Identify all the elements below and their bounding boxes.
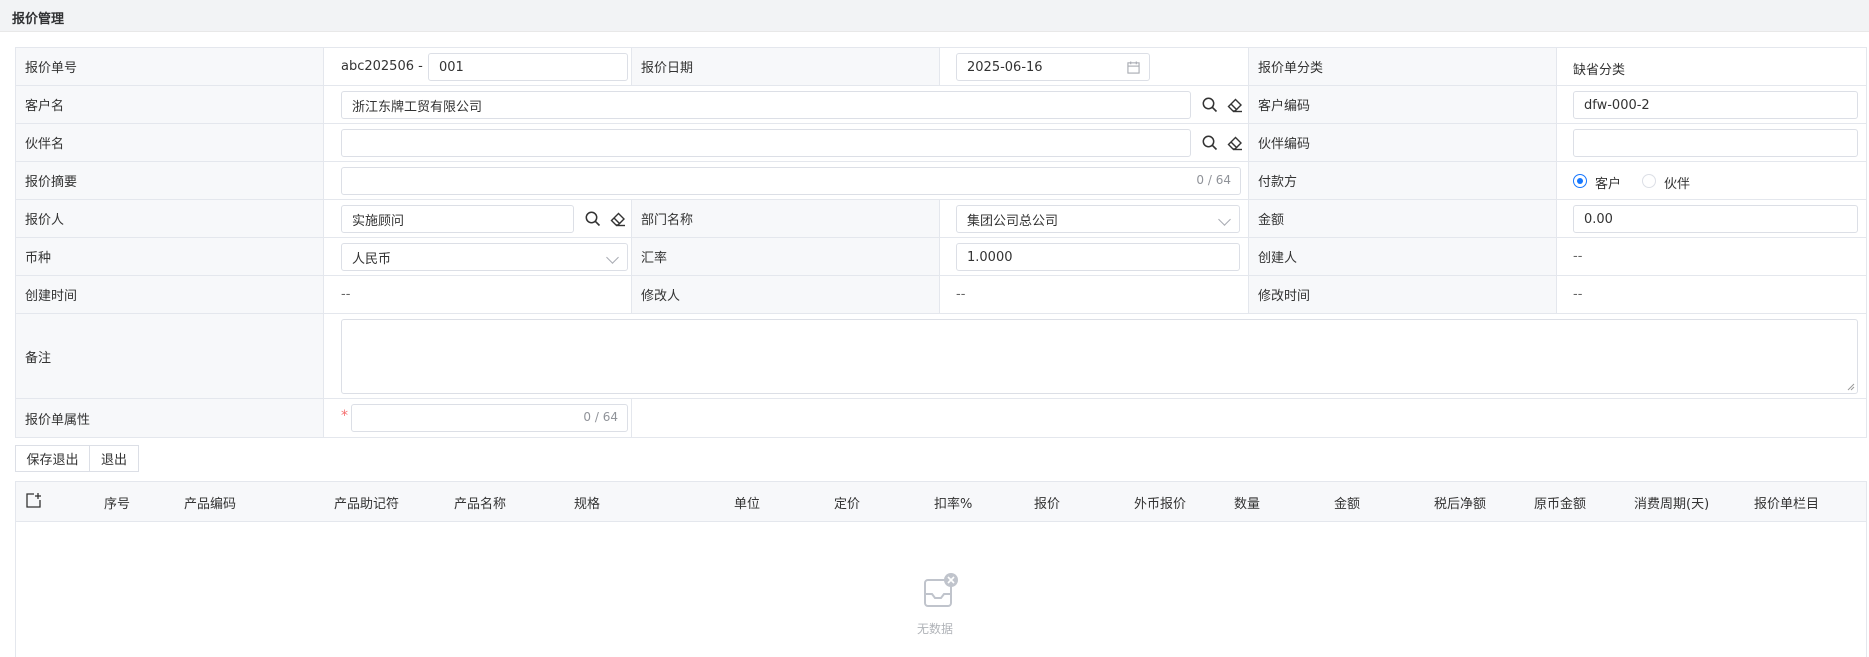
currency-select[interactable]: 人民币: [341, 243, 628, 271]
column-header[interactable]: 产品助记符: [334, 493, 399, 512]
column-header[interactable]: 外币报价: [1134, 493, 1186, 512]
product-table: 序号 产品编码 产品助记符 产品名称 规格 单位 定价 扣率% 报价 外币报价 …: [15, 481, 1867, 657]
amount-label: 金额: [1248, 200, 1557, 237]
quote-category-value: 缺省分类: [1573, 63, 1626, 78]
payer-radio-partner[interactable]: [1642, 174, 1656, 188]
modifier-label: 修改人: [631, 276, 940, 313]
department-select[interactable]: 集团公司总公司: [956, 205, 1240, 233]
search-icon[interactable]: [584, 210, 602, 228]
quoter-input[interactable]: 实施顾问: [341, 205, 574, 233]
creator-label: 创建人: [1248, 238, 1557, 275]
quote-no-input[interactable]: 001: [428, 53, 628, 81]
customer-name-input[interactable]: 浙江东牌工贸有限公司: [341, 91, 1191, 119]
customer-code-label: 客户编码: [1248, 86, 1557, 123]
eraser-icon[interactable]: [1226, 96, 1244, 114]
form-row-quoter: 报价人 实施顾问 部门名称 集团公司总公司 金额 0.00: [16, 200, 1866, 238]
partner-name-input[interactable]: [341, 129, 1191, 157]
page-title: 报价管理: [12, 12, 65, 27]
add-row-icon[interactable]: [25, 492, 42, 509]
currency-label: 币种: [16, 238, 324, 275]
calendar-icon: [1127, 61, 1140, 74]
quoter-label: 报价人: [16, 200, 324, 237]
created-at-label: 创建时间: [16, 276, 324, 313]
quote-no-label: 报价单号: [16, 48, 324, 85]
customer-code-input[interactable]: dfw-000-2: [1573, 91, 1858, 119]
page-header: 报价管理: [0, 0, 1869, 32]
column-header[interactable]: 规格: [574, 493, 600, 512]
modified-at-label: 修改时间: [1248, 276, 1557, 313]
form-row-timestamps: 创建时间 -- 修改人 -- 修改时间 --: [16, 276, 1866, 314]
column-header[interactable]: 报价: [1034, 493, 1060, 512]
eraser-icon[interactable]: [609, 210, 627, 228]
column-header[interactable]: 消费周期(天): [1634, 493, 1709, 512]
column-header[interactable]: 单位: [734, 493, 760, 512]
attribute-counter: 0 / 64: [583, 410, 618, 424]
amount-input[interactable]: 0.00: [1573, 205, 1858, 233]
column-header[interactable]: 产品编码: [184, 493, 236, 512]
empty-text: 无数据: [917, 622, 954, 636]
form-row-summary: 报价摘要 0 / 64 付款方 客户 伙伴: [16, 162, 1866, 200]
column-header[interactable]: 税后净额: [1434, 493, 1486, 512]
attribute-label: 报价单属性: [16, 399, 324, 437]
empty-inbox-icon: [924, 573, 958, 607]
summary-input[interactable]: 0 / 64: [341, 167, 1241, 195]
resize-handle-icon[interactable]: [1847, 383, 1855, 391]
table-header: 序号 产品编码 产品助记符 产品名称 规格 单位 定价 扣率% 报价 外币报价 …: [16, 482, 1866, 522]
column-header[interactable]: 数量: [1234, 493, 1260, 512]
search-icon[interactable]: [1201, 96, 1219, 114]
chevron-down-icon: [1218, 213, 1231, 226]
remark-label: 备注: [16, 314, 324, 398]
exit-button[interactable]: 退出: [89, 445, 139, 472]
form-row-currency: 币种 人民币 汇率 1.0000 创建人 --: [16, 238, 1866, 276]
summary-label: 报价摘要: [16, 162, 324, 199]
column-header[interactable]: 报价单栏目: [1754, 493, 1819, 512]
column-header[interactable]: 扣率%: [934, 493, 972, 512]
chevron-down-icon: [606, 251, 619, 264]
column-header[interactable]: 序号: [104, 493, 130, 512]
quote-date-picker[interactable]: 2025-06-16: [956, 53, 1150, 81]
remark-textarea[interactable]: [341, 319, 1858, 394]
modified-at-value: --: [1573, 287, 1583, 302]
quote-category-label: 报价单分类: [1248, 48, 1557, 85]
department-label: 部门名称: [631, 200, 940, 237]
summary-counter: 0 / 64: [1196, 173, 1231, 187]
payer-label: 付款方: [1248, 162, 1557, 199]
column-header[interactable]: 定价: [834, 493, 860, 512]
form-row-remark: 备注: [16, 314, 1866, 399]
partner-code-label: 伙伴编码: [1248, 124, 1557, 161]
column-header[interactable]: 产品名称: [454, 493, 506, 512]
eraser-icon[interactable]: [1226, 134, 1244, 152]
quote-no-prefix: abc202506 -: [341, 59, 423, 74]
attribute-input[interactable]: 0 / 64: [351, 404, 628, 432]
save-exit-button[interactable]: 保存退出: [15, 445, 90, 472]
partner-code-input[interactable]: [1573, 129, 1858, 157]
required-mark: *: [341, 408, 348, 424]
payer-radio-partner-label[interactable]: 伙伴: [1664, 173, 1690, 192]
quote-form: 报价单号 abc202506 - 001 报价日期 2025-06-16 报价单…: [15, 47, 1867, 438]
payer-radio-customer[interactable]: [1573, 174, 1587, 188]
column-header[interactable]: 金额: [1334, 493, 1360, 512]
payer-radio-customer-label[interactable]: 客户: [1595, 173, 1621, 192]
column-header[interactable]: 原币金额: [1534, 493, 1586, 512]
quote-date-label: 报价日期: [631, 48, 940, 85]
form-row-attribute: 报价单属性 * 0 / 64: [16, 399, 1866, 437]
creator-value: --: [1573, 249, 1583, 264]
customer-name-label: 客户名: [16, 86, 324, 123]
exchange-rate-label: 汇率: [631, 238, 940, 275]
form-row-partner: 伙伴名 伙伴编码: [16, 124, 1866, 162]
search-icon[interactable]: [1201, 134, 1219, 152]
cell-divider: [631, 399, 632, 437]
modifier-value: --: [956, 287, 966, 302]
form-row-customer: 客户名 浙江东牌工贸有限公司 客户编码 dfw-000-2: [16, 86, 1866, 124]
form-row-quote-no: 报价单号 abc202506 - 001 报价日期 2025-06-16 报价单…: [16, 48, 1866, 86]
exchange-rate-input[interactable]: 1.0000: [956, 243, 1240, 271]
partner-name-label: 伙伴名: [16, 124, 324, 161]
created-at-value: --: [341, 287, 351, 302]
